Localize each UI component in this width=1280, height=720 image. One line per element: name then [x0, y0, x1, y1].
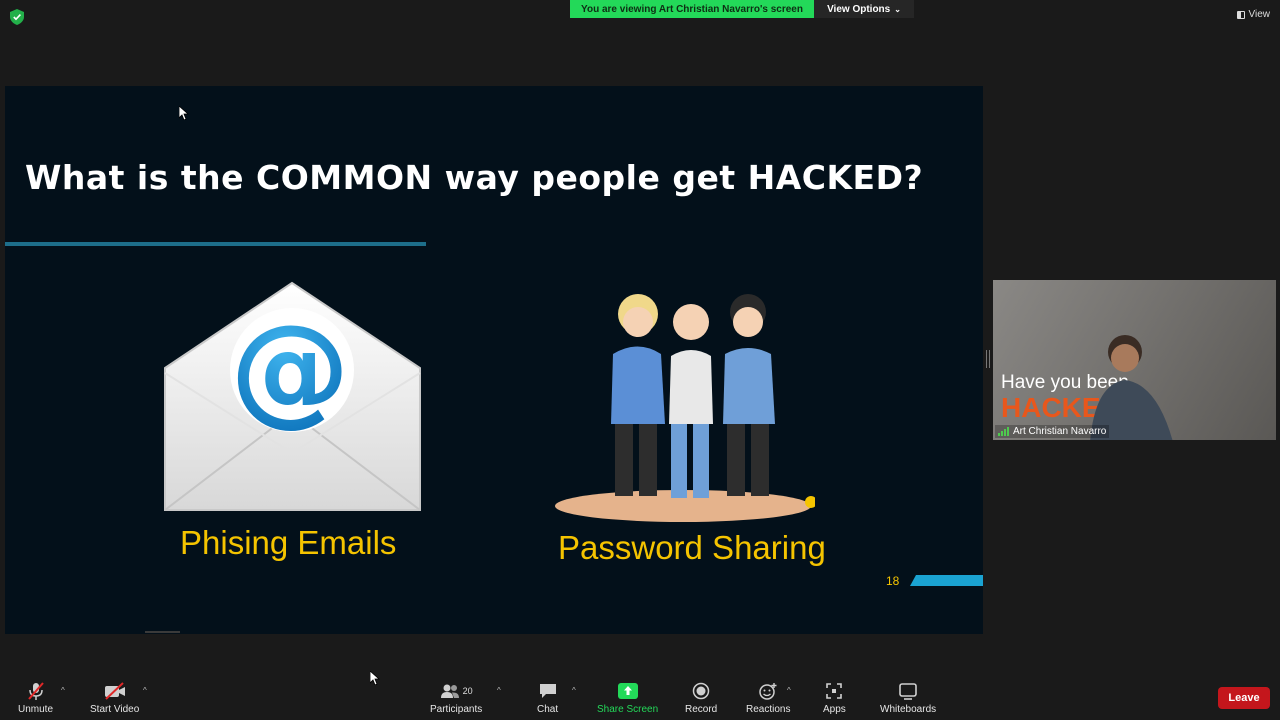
mouse-pointer-icon — [370, 671, 380, 685]
participant-count: 20 — [462, 686, 473, 696]
whiteboard-icon — [898, 680, 918, 702]
view-options-button[interactable]: View Options ⌄ — [814, 0, 914, 18]
participants-icon — [440, 684, 459, 698]
password-sharing-label: Password Sharing — [558, 529, 826, 566]
view-layout-icon — [1236, 10, 1245, 19]
whiteboards-label: Whiteboards — [880, 704, 937, 715]
speaker-video-tile[interactable]: Have you been HACKED Art Christian Navar… — [993, 280, 1276, 440]
share-screen-icon — [617, 680, 639, 702]
security-shield-icon[interactable] — [10, 9, 24, 25]
share-screen-label: Share Screen — [597, 704, 659, 715]
mouse-pointer-icon — [179, 106, 189, 120]
record-icon — [692, 680, 710, 702]
svg-text:@: @ — [230, 300, 350, 439]
unmute-button[interactable]: Unmute — [18, 680, 53, 715]
participant-name-tag: Art Christian Navarro — [995, 425, 1110, 438]
start-video-label: Start Video — [90, 704, 140, 715]
view-label: View — [1248, 9, 1271, 20]
chat-bubble-icon — [538, 680, 558, 702]
view-button[interactable]: View — [1236, 9, 1271, 20]
reactions-label: Reactions — [746, 704, 791, 715]
reactions-button[interactable]: Reactions — [746, 680, 790, 715]
record-label: Record — [685, 704, 718, 715]
chat-button[interactable]: Chat — [537, 680, 558, 715]
audio-options-caret-icon[interactable]: ^ — [61, 686, 65, 695]
signal-strength-icon — [998, 427, 1009, 436]
camera-off-icon — [104, 680, 126, 702]
participants-button[interactable]: 20 Participants — [430, 680, 482, 715]
apps-icon — [825, 680, 843, 702]
unmute-label: Unmute — [18, 704, 54, 715]
leave-button[interactable]: Leave — [1218, 687, 1270, 709]
apps-label: Apps — [823, 704, 846, 715]
reactions-options-caret-icon[interactable]: ^ — [787, 686, 791, 695]
participant-name: Art Christian Navarro — [1013, 426, 1107, 437]
chevron-down-icon: ⌄ — [894, 4, 901, 14]
slide-title: What is the COMMON way people get HACKED… — [25, 158, 924, 197]
slide-page-number: 18 — [886, 574, 900, 588]
slide-scrollbar[interactable] — [145, 631, 180, 633]
viewing-screen-banner: You are viewing Art Christian Navarro's … — [570, 0, 814, 18]
title-divider — [5, 242, 426, 246]
participants-icon-group: 20 — [440, 680, 473, 702]
page-number-tab — [910, 575, 983, 586]
speaker-silhouette — [1090, 335, 1173, 440]
zoom-meeting-window: You are viewing Art Christian Navarro's … — [0, 0, 1280, 720]
apps-button[interactable]: Apps — [823, 680, 846, 715]
shared-screen-slide[interactable]: What is the COMMON way people get HACKED… — [5, 86, 983, 634]
panel-resize-handle[interactable] — [986, 350, 990, 368]
chat-options-caret-icon[interactable]: ^ — [572, 686, 576, 695]
start-video-button[interactable]: Start Video — [90, 680, 139, 715]
viewing-screen-text: You are viewing Art Christian Navarro's … — [581, 3, 803, 15]
share-screen-button[interactable]: Share Screen — [597, 680, 658, 715]
chat-label: Chat — [537, 704, 559, 715]
whiteboards-button[interactable]: Whiteboards — [880, 680, 936, 715]
record-button[interactable]: Record — [685, 680, 717, 715]
microphone-muted-icon — [26, 680, 46, 702]
smiley-plus-icon — [758, 680, 778, 702]
email-envelope-image: @ — [164, 281, 421, 511]
view-options-label: View Options — [827, 3, 891, 15]
password-sharing-people-image — [555, 294, 815, 522]
meeting-toolbar: Unmute ^ Start Video ^ 20 Participants ^… — [0, 672, 1280, 720]
participants-options-caret-icon[interactable]: ^ — [497, 686, 501, 695]
participants-label: Participants — [430, 704, 483, 715]
video-options-caret-icon[interactable]: ^ — [143, 686, 147, 695]
phishing-emails-label: Phising Emails — [180, 524, 397, 561]
